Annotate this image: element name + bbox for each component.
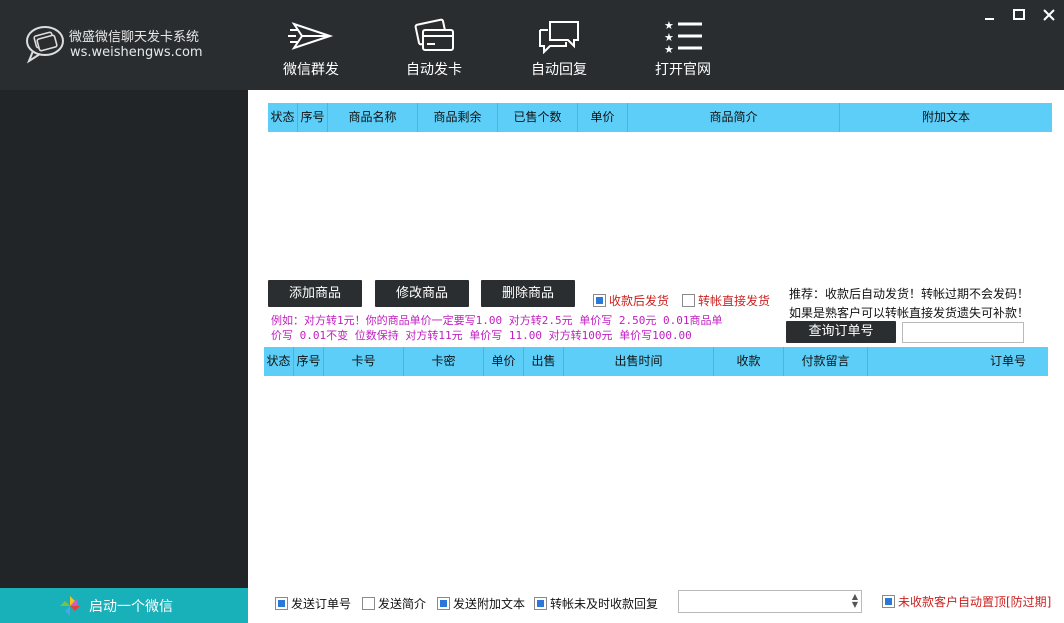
orders-table-body[interactable]	[264, 376, 1048, 581]
card-icon	[414, 18, 454, 51]
minimize-icon[interactable]	[981, 6, 999, 24]
example-line-2: 价写 0.01不变 位数保持 对方转11元 单价写 11.00 对方转100元 …	[271, 329, 692, 342]
col-card-number[interactable]: 卡号	[324, 347, 404, 376]
svg-text:★: ★	[664, 43, 674, 54]
nav-label: 自动回复	[531, 62, 587, 78]
send-order-number-label: 发送订单号	[291, 597, 352, 611]
checkbox-box	[682, 294, 695, 307]
send-intro-label: 发送简介	[378, 597, 427, 611]
products-table-header: 状态 序号 商品名称 商品剩余 已售个数 单价 商品简介 附加文本	[268, 103, 1052, 132]
send-extra-text-label: 发送附加文本	[453, 597, 526, 611]
chat-bubbles-icon	[539, 21, 579, 54]
nav-label: 自动发卡	[406, 62, 462, 78]
after-payment-label: 收款后发货	[609, 294, 670, 308]
col-index[interactable]: 序号	[298, 103, 328, 132]
products-table-body[interactable]	[268, 132, 1052, 272]
col-extra-text[interactable]: 附加文本	[840, 103, 1052, 132]
nav-auto-reply[interactable]: 自动回复	[504, 18, 614, 82]
pinwheel-icon	[60, 596, 80, 616]
nav-label: 打开官网	[655, 62, 711, 78]
close-icon[interactable]	[1040, 6, 1058, 24]
checkbox-box	[437, 597, 450, 610]
nav-official-site[interactable]: ★ ★ ★ 打开官网	[628, 18, 738, 82]
example-text: 例如：对方转1元！你的商品单价一定要写1.00 对方转2.5元 单价写 2.50…	[271, 313, 781, 343]
app-url: ws.weishengws.com	[70, 45, 203, 60]
late-reply-text-input[interactable]: ▲ ▼	[678, 590, 862, 613]
col-product-name[interactable]: 商品名称	[328, 103, 418, 132]
checkbox-box	[362, 597, 375, 610]
late-payment-reply-checkbox[interactable]: 转帐未及时收款回复	[534, 595, 658, 612]
spin-arrows-icon[interactable]: ▲ ▼	[852, 593, 858, 609]
start-wechat-button[interactable]: 启动一个微信	[0, 588, 248, 623]
top-bar: 微盛微信聊天发卡系统 ws.weishengws.com 微信群发 自动发卡 自…	[0, 0, 1064, 90]
col-sold-time[interactable]: 出售时间	[564, 347, 714, 376]
edit-product-button[interactable]: 修改商品	[375, 280, 469, 307]
add-product-button[interactable]: 添加商品	[268, 280, 362, 307]
send-icon	[288, 22, 334, 50]
nav-wechat-broadcast[interactable]: 微信群发	[256, 18, 366, 82]
col-product-intro[interactable]: 商品简介	[628, 103, 840, 132]
col-payment-message[interactable]: 付款留言	[784, 347, 868, 376]
star-list-icon: ★ ★ ★	[664, 19, 702, 54]
start-wechat-label: 启动一个微信	[89, 599, 173, 615]
query-order-button[interactable]: 查询订单号	[786, 321, 896, 343]
nav-auto-card[interactable]: 自动发卡	[379, 18, 489, 82]
checkbox-box	[882, 595, 895, 608]
orders-table-header: 状态 序号 卡号 卡密 单价 出售 出售时间 收款 付款留言 订单号	[264, 347, 1048, 376]
col-unit-price[interactable]: 单价	[578, 103, 628, 132]
app-title: 微盛微信聊天发卡系统	[69, 30, 200, 45]
send-order-number-checkbox[interactable]: 发送订单号	[275, 595, 351, 612]
checkbox-box	[534, 597, 547, 610]
recommend-line-2: 如果是熟客户可以转帐直接发货遗失可补款！	[789, 306, 1030, 320]
recommend-line-1: 推荐：收款后自动发货！转帐过期不会发码！	[789, 287, 1030, 301]
auto-top-unpaid-checkbox[interactable]: 未收款客户自动置顶[防过期]	[882, 593, 1051, 610]
col-status[interactable]: 状态	[268, 103, 298, 132]
checkbox-box	[593, 294, 606, 307]
after-payment-checkbox[interactable]: 收款后发货	[593, 292, 669, 309]
auto-top-unpaid-label: 未收款客户自动置顶[防过期]	[898, 595, 1052, 609]
delete-product-button[interactable]: 删除商品	[481, 280, 575, 307]
example-line-1: 例如：对方转1元！你的商品单价一定要写1.00 对方转2.5元 单价写 2.50…	[271, 314, 723, 327]
col-order-number[interactable]: 订单号	[868, 347, 1048, 376]
col-payment[interactable]: 收款	[714, 347, 784, 376]
col-card-password[interactable]: 卡密	[404, 347, 484, 376]
send-intro-checkbox[interactable]: 发送简介	[362, 595, 426, 612]
checkbox-box	[275, 597, 288, 610]
maximize-icon[interactable]	[1010, 6, 1028, 24]
col-index[interactable]: 序号	[294, 347, 324, 376]
col-unit-price[interactable]: 单价	[484, 347, 524, 376]
app-logo-icon	[26, 26, 64, 64]
transfer-direct-checkbox[interactable]: 转帐直接发货	[682, 292, 770, 309]
col-sold[interactable]: 出售	[524, 347, 564, 376]
transfer-direct-label: 转帐直接发货	[698, 294, 771, 308]
col-status[interactable]: 状态	[264, 347, 294, 376]
nav-label: 微信群发	[283, 62, 339, 78]
col-sold-count[interactable]: 已售个数	[498, 103, 578, 132]
late-payment-reply-label: 转帐未及时收款回复	[550, 597, 659, 611]
left-sidebar	[0, 90, 248, 623]
order-number-input[interactable]	[902, 322, 1024, 343]
send-extra-text-checkbox[interactable]: 发送附加文本	[437, 595, 525, 612]
col-product-remaining[interactable]: 商品剩余	[418, 103, 498, 132]
